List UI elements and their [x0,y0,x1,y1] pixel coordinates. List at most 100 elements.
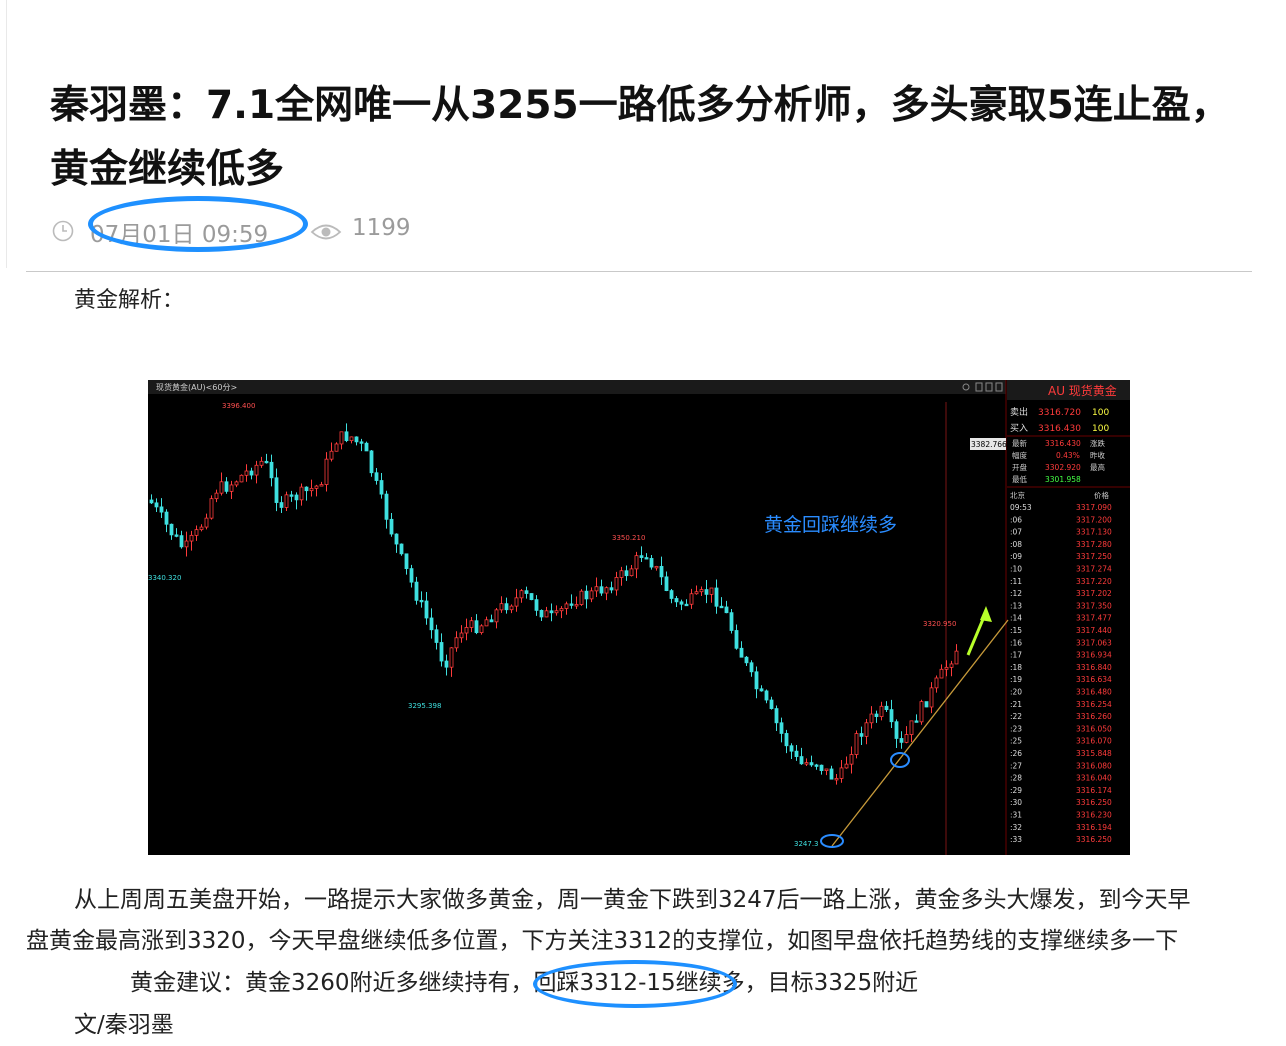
instrument-header: 现货黄金(AU)<60分> [156,382,237,392]
candle-body [219,481,224,494]
label-last-high: 3320.950 [923,620,956,628]
sell-label: 卖出 [1010,406,1028,418]
author-signature: 文/秦羽墨 [74,1012,174,1038]
highlight-circle [533,960,737,1008]
candle-body [519,590,524,599]
candle-body [744,656,749,664]
candle-body [689,593,694,605]
tick-time: :10 [1010,565,1022,574]
tick-time: :16 [1010,638,1022,647]
candle-body [539,609,544,618]
candle-body [394,533,399,545]
left-border [6,0,7,268]
chart-header-bar [148,380,1006,394]
candle-body [794,750,799,757]
candle-body [749,662,754,673]
candle-body [404,553,409,569]
tick-header-price: 价格 [1094,490,1110,500]
tick-price: 3316.050 [1076,724,1112,733]
candle-body [949,663,954,668]
tick-price: 3316.250 [1076,798,1112,807]
candle-body [924,701,929,708]
candle-body [619,570,624,578]
candle-body [599,586,604,594]
candle-body [464,627,469,634]
label-low1: 3295.398 [408,702,441,710]
candle-body [444,660,449,668]
candle-body [834,778,839,781]
candle-body [759,688,764,692]
candle-body [629,568,634,577]
candle-body [324,458,329,485]
candle-body [639,555,644,558]
candle-body [874,713,879,717]
candle-body [909,720,914,735]
tick-time: :31 [1010,811,1022,820]
candle-body [574,604,579,607]
tick-price: 3317.274 [1076,565,1112,574]
article-title: 秦羽墨：7.1全网唯一从3255一路低多分析师，多头豪取5连止盈，黄金继续低多 [50,83,1230,192]
candle-body [664,576,669,591]
candle-body [589,590,594,600]
candle-body [384,493,389,520]
tick-price: 3316.070 [1076,737,1112,746]
candle-body [244,470,249,476]
tick-price: 3316.840 [1076,663,1112,672]
tick-price: 3317.220 [1076,577,1112,586]
tick-price: 3317.202 [1076,589,1112,598]
clock-icon [52,220,74,242]
tick-price: 3317.350 [1076,601,1112,610]
candle-body [249,470,254,476]
candle-body [229,484,234,492]
candle-body [459,632,464,639]
tick-price: 3317.090 [1076,503,1112,512]
divider [26,271,1252,272]
candle-body [409,568,414,583]
candle-body [734,630,739,649]
candle-body [449,647,454,668]
candles [149,423,959,785]
candle-body [284,494,289,508]
open-value: 3302.920 [1045,463,1081,472]
tick-price: 3316.634 [1076,675,1112,684]
candle-body [414,581,419,601]
candle-body [299,486,304,501]
candle-body [819,764,824,771]
candle-body [579,590,584,605]
tick-price: 3316.040 [1076,774,1112,783]
range-value: 0.43% [1056,451,1080,460]
candle-body [309,487,314,492]
sell-vol: 100 [1092,408,1109,418]
candle-body [724,606,729,614]
candle-body [954,650,959,665]
candle-body [939,668,944,679]
candle-body [274,477,279,503]
candle-body [334,443,339,452]
candle-body [784,733,789,747]
candle-body [804,762,809,765]
tick-time: :15 [1010,626,1022,635]
candle-body [434,629,439,643]
tick-price: 3317.200 [1076,515,1112,524]
candle-body [844,763,849,769]
candle-body [149,499,154,504]
candle-body [814,764,819,767]
tick-time: :18 [1010,663,1022,672]
candle-body [739,647,744,658]
label-mid-high: 3350.210 [612,534,645,542]
tick-price: 3316.194 [1076,823,1112,832]
candle-body [534,599,539,611]
candle-body [684,603,689,607]
tick-time: :11 [1010,577,1022,586]
candle-body [179,535,184,548]
candle-body [709,587,714,595]
prev-close-label: 昨收 [1090,450,1106,460]
candle-body [764,690,769,701]
tick-time: :20 [1010,688,1022,697]
candle-body [469,620,474,628]
tick-price: 3317.130 [1076,528,1112,537]
candle-body [659,566,664,578]
candle-body [164,511,169,525]
candle-body [889,709,894,723]
eye-icon [310,224,342,240]
